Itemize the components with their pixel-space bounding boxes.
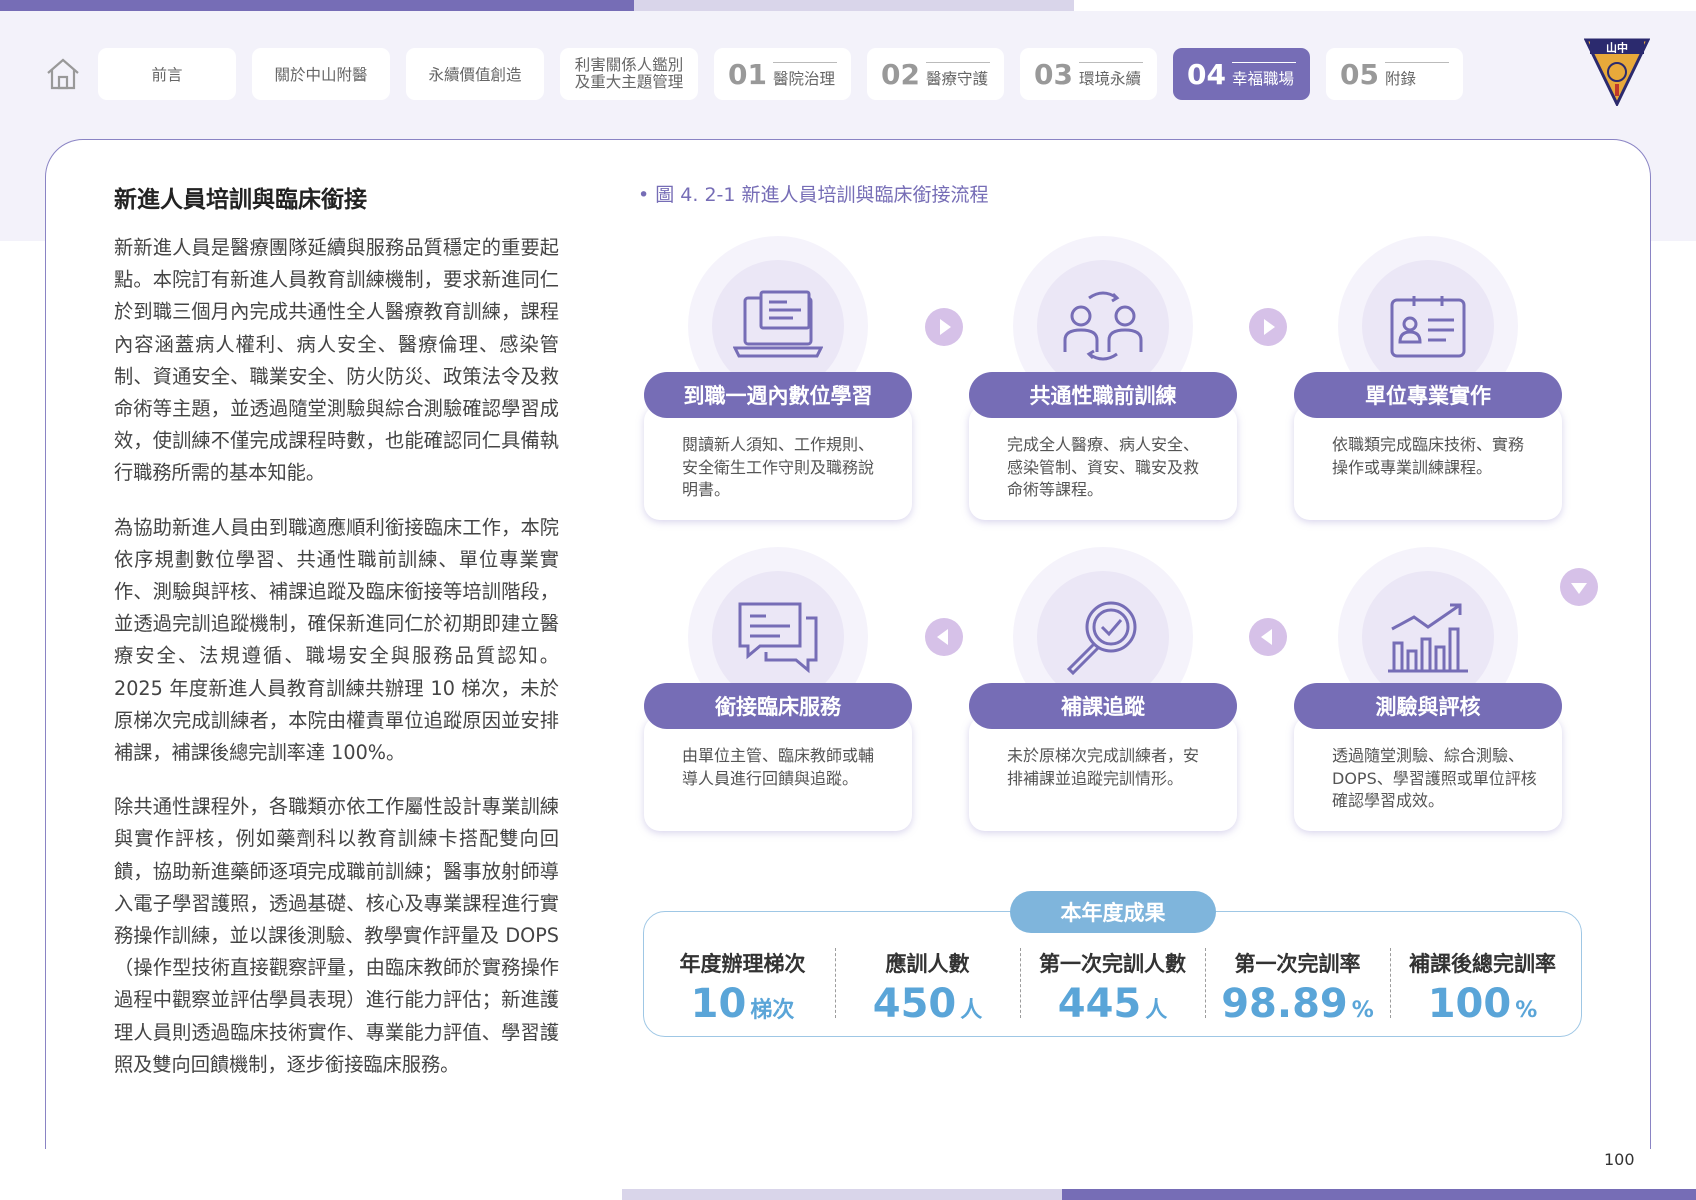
step-2-desc: 完成全人醫療、病人安全、感染管制、資安、職安及救命術等課程。 — [1007, 435, 1200, 499]
play-right-icon — [1264, 319, 1275, 335]
step-3-box: 依職類完成臨床技術、實務操作或專業訓練課程。 — [1294, 405, 1562, 520]
nav-foreword-label: 前言 — [151, 66, 183, 84]
paragraph-3: 除共通性課程外，各職類亦依工作屬性設計專業訓練與實作評核，例如藥劑科以教育訓練卡… — [114, 795, 559, 1076]
step-4-label: 測驗與評核 — [1294, 683, 1562, 729]
stat-sessions-value: 10 — [690, 981, 747, 1027]
page-number: 100 — [1604, 1150, 1635, 1169]
chat-bubbles-icon — [738, 602, 818, 674]
bar-chart-icon — [1388, 603, 1468, 673]
nav-stakeholders-label: 利害關係人鑑別 及重大主題管理 — [574, 56, 684, 91]
nav-chapter-05-number: 05 — [1340, 57, 1379, 91]
nav-foreword[interactable]: 前言 — [98, 48, 236, 100]
stat-trainees: 應訓人數 450 人 — [835, 948, 1020, 1024]
step-2-label: 共通性職前訓練 — [969, 372, 1237, 418]
step-6-box: 由單位主管、臨床教師或輔導人員進行回饋與追蹤。 — [644, 716, 912, 831]
step-4-desc: 透過隨堂測驗、綜合測驗、DOPS、學習護照或單位評核確認學習成效。 — [1332, 746, 1537, 810]
step-1-desc: 閱讀新人須知、工作規則、安全衛生工作守則及職務說明書。 — [682, 435, 875, 499]
nav-about[interactable]: 關於中山附醫 — [252, 48, 390, 100]
flow-arrow-right-1 — [925, 308, 963, 346]
play-left-icon — [1261, 629, 1272, 645]
step-5-desc: 未於原梯次完成訓練者，安排補課並追蹤完訓情形。 — [1007, 746, 1200, 788]
bottom-progress-fill — [1062, 1189, 1696, 1200]
stat-trainees-value: 450 — [872, 981, 957, 1027]
stat-trainees-label: 應訓人數 — [885, 952, 970, 976]
flow-arrow-left-1 — [1249, 618, 1287, 656]
section-title: 新進人員培訓與臨床銜接 — [114, 187, 367, 213]
step-1-box: 閱讀新人須知、工作規則、安全衛生工作守則及職務說明書。 — [644, 405, 912, 520]
stat-sessions: 年度辦理梯次 10 梯次 — [650, 948, 835, 1024]
nav-about-label: 關於中山附醫 — [274, 66, 368, 84]
stat-first-rate-unit: % — [1351, 998, 1374, 1023]
step-3-desc: 依職類完成臨床技術、實務操作或專業訓練課程。 — [1332, 435, 1525, 477]
nav-chapter-02[interactable]: 02 醫療守護 — [867, 48, 1004, 100]
home-icon — [47, 58, 79, 90]
play-down-icon — [1571, 583, 1587, 594]
play-right-icon — [940, 319, 951, 335]
stat-first-rate-value: 98.89 — [1221, 981, 1348, 1027]
results-tag: 本年度成果 — [1010, 891, 1216, 933]
nav-chapter-03-label: 環境永續 — [1078, 69, 1141, 88]
top-progress-fill — [0, 0, 634, 11]
hospital-logo: 山中 — [1584, 38, 1650, 106]
step-5-label: 補課追蹤 — [969, 683, 1237, 729]
home-button[interactable] — [42, 48, 84, 100]
nav-chapter-05[interactable]: 05 附錄 — [1326, 48, 1463, 100]
nav-sustainability-value-label: 永續價值創造 — [428, 66, 522, 84]
nav-stakeholders[interactable]: 利害關係人鑑別 及重大主題管理 — [560, 48, 698, 100]
stat-total-rate-unit: % — [1515, 998, 1538, 1023]
nav-chapter-01[interactable]: 01 醫院治理 — [714, 48, 851, 100]
stat-first-completed-unit: 人 — [1145, 998, 1168, 1023]
nav-chapter-01-number: 01 — [728, 57, 767, 91]
magnifier-check-icon — [1066, 601, 1137, 676]
laptop-icon — [733, 290, 823, 358]
chapter-nav: 前言 關於中山附醫 永續價值創造 利害關係人鑑別 及重大主題管理 01 醫院治理… — [42, 48, 1479, 100]
nav-chapter-01-label: 醫院治理 — [772, 69, 835, 88]
step-1-label: 到職一週內數位學習 — [644, 372, 912, 418]
people-exchange-icon — [1063, 291, 1143, 361]
step-2-box: 完成全人醫療、病人安全、感染管制、資安、職安及救命術等課程。 — [969, 405, 1237, 520]
nav-chapter-04-number: 04 — [1187, 57, 1226, 91]
nav-chapter-02-label: 醫療守護 — [925, 69, 988, 88]
top-progress-bar — [0, 0, 1074, 11]
stat-first-completed-value: 445 — [1057, 981, 1142, 1027]
step-6-desc: 由單位主管、臨床教師或輔導人員進行回饋與追蹤。 — [682, 746, 875, 788]
stat-first-completed-label: 第一次完訓人數 — [1039, 952, 1186, 976]
flow-arrow-left-2 — [925, 618, 963, 656]
flow-arrow-right-2 — [1249, 308, 1287, 346]
flow-arrow-down — [1560, 568, 1598, 606]
id-badge-icon — [1390, 296, 1466, 358]
nav-chapter-03[interactable]: 03 環境永續 — [1020, 48, 1157, 100]
stat-first-rate: 第一次完訓率 98.89% — [1205, 948, 1390, 1024]
bottom-progress-bar — [622, 1189, 1696, 1200]
stat-sessions-unit: 梯次 — [750, 998, 795, 1023]
step-5-box: 未於原梯次完成訓練者，安排補課並追蹤完訓情形。 — [969, 716, 1237, 831]
nav-chapter-02-number: 02 — [881, 57, 920, 91]
step-3-label: 單位專業實作 — [1294, 372, 1562, 418]
stat-first-completed: 第一次完訓人數 445 人 — [1020, 948, 1205, 1024]
figure-title: • 圖 4. 2-1 新進人員培訓與臨床銜接流程 — [638, 184, 989, 206]
step-4-box: 透過隨堂測驗、綜合測驗、DOPS、學習護照或單位評核確認學習成效。 — [1294, 716, 1562, 831]
logo-text: 山中 — [1606, 41, 1628, 55]
nav-sustainability-value[interactable]: 永續價值創造 — [406, 48, 544, 100]
paragraph-2: 為協助新進人員由到職適應順利銜接臨床工作，本院依序規劃數位學習、共通性職前訓練、… — [114, 515, 559, 765]
stat-total-rate-value: 100 — [1427, 981, 1512, 1027]
stat-total-rate: 補課後總完訓率 100% — [1390, 948, 1575, 1024]
step-6-label: 銜接臨床服務 — [644, 683, 912, 729]
nav-chapter-05-label: 附錄 — [1384, 69, 1416, 88]
nav-chapter-04[interactable]: 04 幸福職場 — [1173, 48, 1310, 100]
nav-chapter-03-number: 03 — [1034, 57, 1073, 91]
text-column: 新進人員培訓與臨床銜接 新新進人員是醫療團隊延續與服務品質穩定的重要起點。本院訂… — [114, 180, 559, 1103]
stat-trainees-unit: 人 — [960, 998, 983, 1023]
stat-first-rate-label: 第一次完訓率 — [1234, 952, 1361, 976]
paragraph-1: 新新進人員是醫療團隊延續與服務品質穩定的重要起點。本院訂有新進人員教育訓練機制，… — [114, 236, 559, 485]
stat-sessions-label: 年度辦理梯次 — [679, 952, 806, 976]
nav-chapter-04-label: 幸福職場 — [1231, 69, 1294, 88]
play-left-icon — [937, 629, 948, 645]
stat-total-rate-label: 補課後總完訓率 — [1409, 952, 1556, 976]
